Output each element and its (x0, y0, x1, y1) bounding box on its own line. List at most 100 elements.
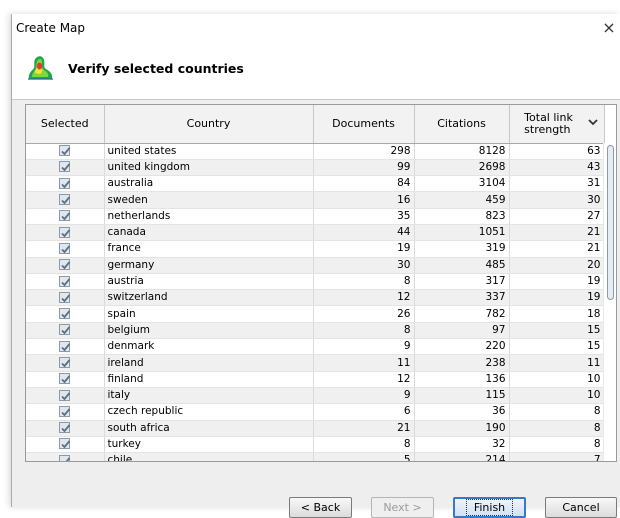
page-title: Verify selected countries (68, 61, 244, 76)
total-link-strength-cell: 20 (509, 257, 605, 274)
row-selected-cell (26, 159, 105, 177)
wizard-body: Selected Country Documents Citations Tot… (12, 99, 620, 518)
documents-cell: 26 (313, 305, 415, 323)
column-header-documents[interactable]: Documents (313, 105, 415, 144)
row-checkbox[interactable] (59, 210, 71, 222)
total-link-strength-cell: 31 (509, 175, 605, 193)
row-checkbox[interactable] (59, 324, 71, 336)
table-row[interactable]: ireland 11 238 11 (26, 354, 605, 372)
documents-cell: 8 (313, 436, 415, 454)
citations-cell: 1051 (414, 224, 510, 242)
table-row[interactable]: denmark 9 220 15 (26, 338, 605, 356)
table-row[interactable]: italy 9 115 10 (26, 387, 605, 405)
table-row[interactable]: france 19 319 21 (26, 240, 605, 258)
row-selected-cell (26, 338, 105, 356)
country-cell: chile (104, 452, 314, 461)
checkmark-icon (61, 277, 71, 286)
table-row[interactable]: germany 30 485 20 (26, 257, 605, 274)
row-checkbox[interactable] (59, 242, 71, 254)
row-checkbox[interactable] (59, 177, 71, 189)
row-checkbox[interactable] (59, 161, 71, 173)
row-checkbox[interactable] (59, 373, 71, 385)
documents-cell: 44 (313, 224, 415, 242)
row-selected-cell (26, 273, 105, 291)
row-selected-cell (26, 420, 105, 437)
row-checkbox[interactable] (59, 259, 71, 271)
column-header-citations[interactable]: Citations (414, 105, 510, 144)
country-cell: denmark (104, 338, 314, 356)
country-cell: belgium (104, 322, 314, 340)
table-row[interactable]: south africa 21 190 8 (26, 420, 605, 437)
column-header-country[interactable]: Country (104, 105, 314, 144)
table-row[interactable]: belgium 8 97 15 (26, 322, 605, 340)
cancel-button[interactable]: Cancel (545, 497, 617, 518)
citations-cell: 782 (414, 305, 510, 323)
total-link-strength-cell: 8 (509, 436, 605, 454)
scrollbar-thumb[interactable] (607, 145, 614, 300)
row-checkbox[interactable] (59, 357, 71, 368)
vertical-scrollbar[interactable] (603, 143, 616, 461)
checkmark-icon (61, 359, 71, 368)
row-checkbox[interactable] (59, 438, 71, 450)
country-cell: united kingdom (104, 159, 314, 177)
citations-cell: 485 (414, 257, 510, 274)
row-checkbox[interactable] (59, 340, 71, 352)
row-checkbox[interactable] (59, 194, 71, 206)
row-checkbox[interactable] (59, 226, 71, 238)
total-link-strength-cell: 43 (509, 159, 605, 177)
citations-cell: 115 (414, 387, 510, 405)
chevron-down-icon (587, 119, 598, 126)
documents-cell: 11 (313, 354, 415, 372)
table-row[interactable]: finland 12 136 10 (26, 371, 605, 388)
table-row[interactable]: switzerland 12 337 19 (26, 289, 605, 307)
documents-cell: 16 (313, 191, 415, 209)
checkmark-icon (61, 261, 71, 270)
table-row[interactable]: chile 5 214 7 (26, 452, 605, 461)
row-checkbox[interactable] (59, 405, 71, 417)
finish-button[interactable]: Finish (453, 497, 526, 518)
row-checkbox[interactable] (59, 145, 71, 157)
column-header-total-link-strength[interactable]: Total link strength (509, 105, 605, 144)
next-button[interactable]: Next > (371, 497, 434, 518)
total-link-strength-cell: 21 (509, 240, 605, 258)
documents-cell: 5 (313, 452, 415, 461)
country-cell: czech republic (104, 403, 314, 421)
row-selected-cell (26, 305, 105, 323)
documents-cell: 298 (313, 143, 415, 160)
row-checkbox[interactable] (59, 422, 71, 434)
row-selected-cell (26, 371, 105, 388)
table-row[interactable]: turkey 8 32 8 (26, 436, 605, 454)
table-row[interactable]: austria 8 317 19 (26, 273, 605, 291)
table-row[interactable]: canada 44 1051 21 (26, 224, 605, 242)
table-row[interactable]: united states 298 8128 63 (26, 143, 605, 160)
wizard-header: Verify selected countries (12, 44, 620, 99)
back-button[interactable]: < Back (289, 497, 352, 518)
row-checkbox[interactable] (59, 389, 71, 401)
row-checkbox[interactable] (59, 291, 71, 303)
total-link-strength-cell: 10 (509, 371, 605, 388)
table-row[interactable]: czech republic 6 36 8 (26, 403, 605, 421)
table-row[interactable]: netherlands 35 823 27 (26, 208, 605, 225)
row-checkbox[interactable] (59, 308, 71, 320)
country-cell: canada (104, 224, 314, 242)
documents-cell: 35 (313, 208, 415, 225)
citations-cell: 220 (414, 338, 510, 356)
column-header-selected[interactable]: Selected (26, 105, 105, 144)
country-cell: australia (104, 175, 314, 193)
citations-cell: 8128 (414, 143, 510, 160)
row-checkbox[interactable] (59, 454, 71, 461)
countries-table: Selected Country Documents Citations Tot… (25, 104, 617, 462)
table-row[interactable]: sweden 16 459 30 (26, 191, 605, 209)
table-row[interactable]: united kingdom 99 2698 43 (26, 159, 605, 177)
table-row[interactable]: australia 84 3104 31 (26, 175, 605, 193)
country-cell: france (104, 240, 314, 258)
documents-cell: 9 (313, 338, 415, 356)
row-selected-cell (26, 452, 105, 461)
checkmark-icon (61, 196, 71, 205)
row-checkbox[interactable] (59, 275, 71, 287)
close-icon[interactable]: × (599, 17, 619, 39)
title-bar[interactable]: Create Map × (12, 14, 620, 44)
documents-cell: 8 (313, 273, 415, 291)
table-row[interactable]: spain 26 782 18 (26, 305, 605, 323)
citations-cell: 238 (414, 354, 510, 372)
